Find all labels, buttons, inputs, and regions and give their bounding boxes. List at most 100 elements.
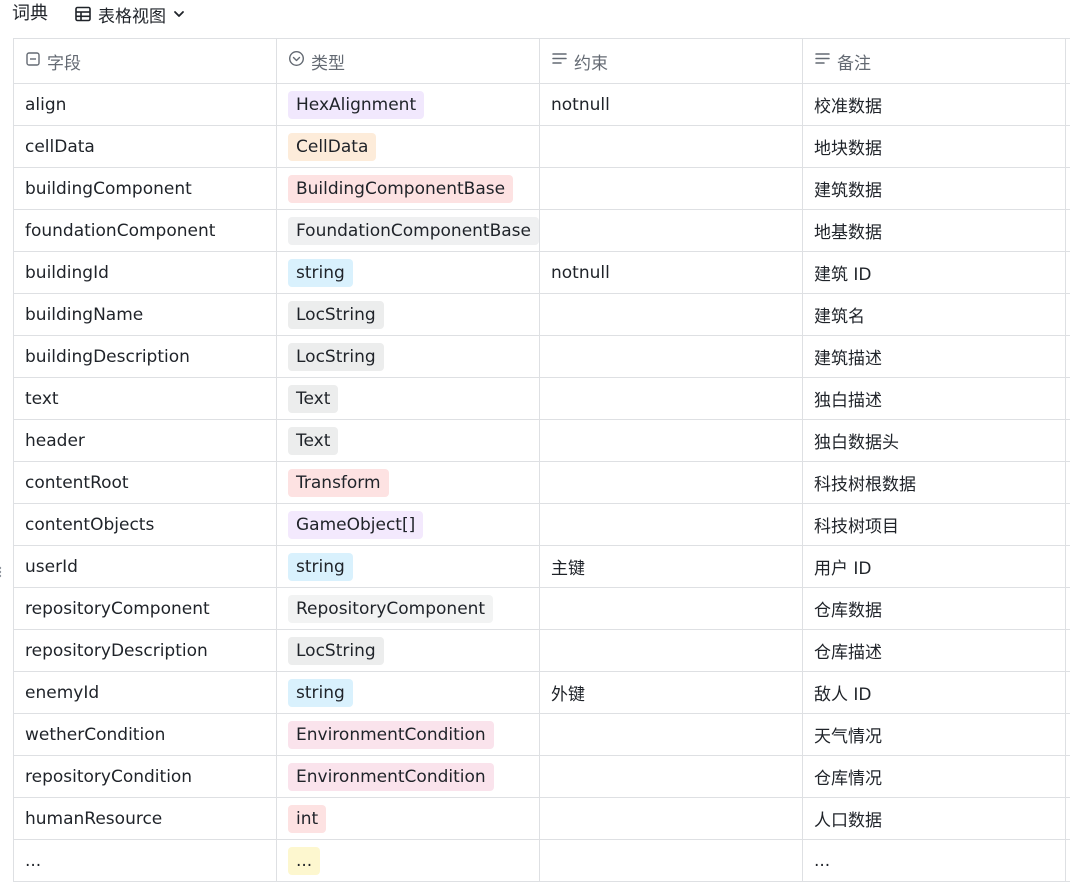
cell-type[interactable]: Text: [277, 420, 540, 461]
cell-constraint[interactable]: [540, 504, 803, 545]
cell-type[interactable]: EnvironmentCondition: [277, 714, 540, 755]
cell-note[interactable]: 校准数据: [803, 84, 1066, 125]
table-row[interactable]: repositoryComponent RepositoryComponent 仓库…: [14, 588, 1070, 630]
cell-constraint[interactable]: [540, 210, 803, 251]
cell-field[interactable]: repositoryCondition: [14, 756, 277, 797]
cell-note[interactable]: ...: [803, 840, 1066, 881]
cell-field[interactable]: foundationComponent: [14, 210, 277, 251]
cell-type[interactable]: FoundationComponentBase: [277, 210, 540, 251]
table-row[interactable]: cellData CellData 地块数据: [14, 126, 1070, 168]
column-header-note[interactable]: 备注: [803, 39, 1066, 83]
cell-field[interactable]: ...: [14, 840, 277, 881]
cell-field[interactable]: header: [14, 420, 277, 461]
table-row[interactable]: wetherCondition EnvironmentCondition 天气情况: [14, 714, 1070, 756]
cell-note[interactable]: 仓库情况: [803, 756, 1066, 797]
cell-constraint[interactable]: notnull: [540, 84, 803, 125]
cell-field[interactable]: enemyId: [14, 672, 277, 713]
cell-constraint[interactable]: [540, 336, 803, 377]
cell-field[interactable]: cellData: [14, 126, 277, 167]
cell-type[interactable]: BuildingComponentBase: [277, 168, 540, 209]
cell-note[interactable]: 建筑名: [803, 294, 1066, 335]
cell-type[interactable]: string: [277, 672, 540, 713]
cell-type[interactable]: string: [277, 252, 540, 293]
cell-field[interactable]: buildingDescription: [14, 336, 277, 377]
cell-field[interactable]: buildingName: [14, 294, 277, 335]
cell-type[interactable]: LocString: [277, 630, 540, 671]
cell-field[interactable]: text: [14, 378, 277, 419]
cell-field[interactable]: contentRoot: [14, 462, 277, 503]
cell-note[interactable]: 科技树根数据: [803, 462, 1066, 503]
cell-constraint[interactable]: [540, 462, 803, 503]
cell-field[interactable]: align: [14, 84, 277, 125]
table-row[interactable]: buildingId string notnull 建筑 ID: [14, 252, 1070, 294]
table-row[interactable]: repositoryDescription LocString 仓库描述: [14, 630, 1070, 672]
cell-note[interactable]: 仓库数据: [803, 588, 1066, 629]
table-row[interactable]: buildingComponent BuildingComponentBase 建筑…: [14, 168, 1070, 210]
table-row[interactable]: foundationComponent FoundationComponentBa…: [14, 210, 1070, 252]
cell-type[interactable]: HexAlignment: [277, 84, 540, 125]
table-row[interactable]: buildingDescription LocString 建筑描述: [14, 336, 1070, 378]
cell-note[interactable]: 地块数据: [803, 126, 1066, 167]
cell-type[interactable]: GameObject[]: [277, 504, 540, 545]
cell-type[interactable]: RepositoryComponent: [277, 588, 540, 629]
cell-constraint[interactable]: [540, 168, 803, 209]
cell-field[interactable]: repositoryDescription: [14, 630, 277, 671]
cell-note[interactable]: 建筑数据: [803, 168, 1066, 209]
cell-constraint[interactable]: [540, 840, 803, 881]
cell-note[interactable]: 独白数据头: [803, 420, 1066, 461]
cell-field[interactable]: contentObjects: [14, 504, 277, 545]
cell-constraint[interactable]: [540, 630, 803, 671]
cell-field[interactable]: humanResource: [14, 798, 277, 839]
table-row[interactable]: align HexAlignment notnull 校准数据: [14, 84, 1070, 126]
cell-constraint[interactable]: [540, 126, 803, 167]
cell-constraint[interactable]: 外键: [540, 672, 803, 713]
cell-note[interactable]: 地基数据: [803, 210, 1066, 251]
column-header-type[interactable]: 类型: [277, 39, 540, 83]
cell-type[interactable]: CellData: [277, 126, 540, 167]
cell-constraint[interactable]: [540, 798, 803, 839]
table-row[interactable]: userId string 主键 用户 ID: [14, 546, 1070, 588]
cell-type[interactable]: LocString: [277, 294, 540, 335]
cell-note[interactable]: 人口数据: [803, 798, 1066, 839]
table-row[interactable]: contentRoot Transform 科技树根数据: [14, 462, 1070, 504]
cell-note[interactable]: 天气情况: [803, 714, 1066, 755]
row-drag-handle[interactable]: [0, 564, 2, 580]
cell-type[interactable]: Transform: [277, 462, 540, 503]
cell-constraint[interactable]: [540, 756, 803, 797]
chevron-down-icon[interactable]: [172, 7, 186, 21]
cell-note[interactable]: 科技树项目: [803, 504, 1066, 545]
table-row[interactable]: header Text 独白数据头: [14, 420, 1070, 462]
cell-type[interactable]: LocString: [277, 336, 540, 377]
cell-constraint[interactable]: [540, 588, 803, 629]
cell-type[interactable]: ...: [277, 840, 540, 881]
table-row[interactable]: enemyId string 外键 敌人 ID: [14, 672, 1070, 714]
cell-field[interactable]: repositoryComponent: [14, 588, 277, 629]
cell-constraint[interactable]: [540, 714, 803, 755]
cell-type[interactable]: int: [277, 798, 540, 839]
cell-note[interactable]: 建筑描述: [803, 336, 1066, 377]
cell-note[interactable]: 用户 ID: [803, 546, 1066, 587]
table-row[interactable]: contentObjects GameObject[] 科技树项目: [14, 504, 1070, 546]
cell-note[interactable]: 独白描述: [803, 378, 1066, 419]
cell-note[interactable]: 敌人 ID: [803, 672, 1066, 713]
table-row[interactable]: text Text 独白描述: [14, 378, 1070, 420]
column-header-constraint[interactable]: 约束: [540, 39, 803, 83]
view-switcher[interactable]: 表格视图: [74, 1, 186, 27]
cell-note[interactable]: 建筑 ID: [803, 252, 1066, 293]
cell-constraint[interactable]: [540, 294, 803, 335]
cell-type[interactable]: string: [277, 546, 540, 587]
cell-field[interactable]: buildingId: [14, 252, 277, 293]
cell-type[interactable]: Text: [277, 378, 540, 419]
table-row[interactable]: buildingName LocString 建筑名: [14, 294, 1070, 336]
cell-type[interactable]: EnvironmentCondition: [277, 756, 540, 797]
table-row[interactable]: repositoryCondition EnvironmentCondition 仓…: [14, 756, 1070, 798]
cell-field[interactable]: buildingComponent: [14, 168, 277, 209]
cell-field[interactable]: wetherCondition: [14, 714, 277, 755]
cell-note[interactable]: 仓库描述: [803, 630, 1066, 671]
cell-constraint[interactable]: [540, 378, 803, 419]
cell-constraint[interactable]: [540, 420, 803, 461]
cell-constraint[interactable]: 主键: [540, 546, 803, 587]
column-header-field[interactable]: 字段: [14, 39, 277, 83]
cell-constraint[interactable]: notnull: [540, 252, 803, 293]
cell-field[interactable]: userId: [14, 546, 277, 587]
